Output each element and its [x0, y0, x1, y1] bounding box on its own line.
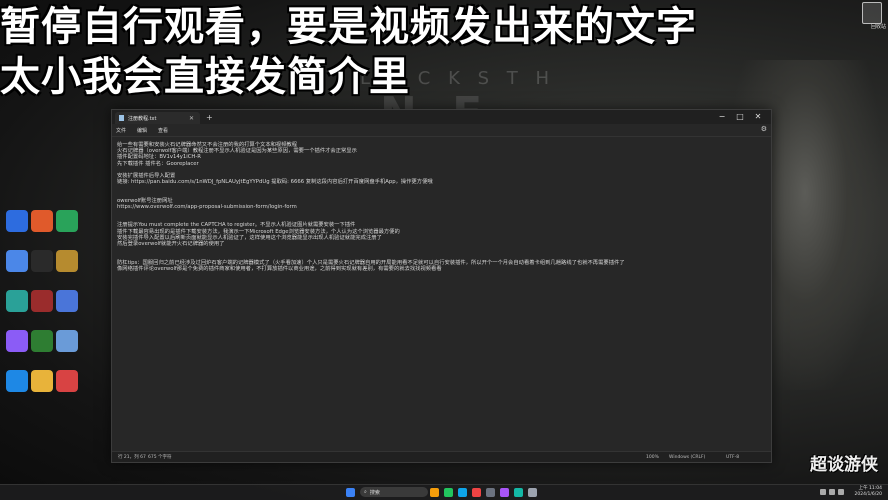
caption-line-1: 暂停自行观看，要是视频发出来的文字: [0, 4, 697, 50]
menu-view[interactable]: 查看: [158, 127, 168, 134]
desktop-shortcut-icon[interactable]: [31, 330, 53, 352]
maximize-icon[interactable]: □: [731, 110, 749, 124]
desktop-shortcut-icon[interactable]: [6, 330, 28, 352]
desktop-shortcut-icon[interactable]: [56, 290, 78, 312]
title-bar[interactable]: 注册教程.txt ✕ + − □ ✕: [112, 110, 771, 124]
file-explorer-icon[interactable]: [430, 488, 439, 497]
notepad-window[interactable]: 注册教程.txt ✕ + − □ ✕ 文件 编辑 查看 ⚙ 给一些有需要和安装火…: [111, 109, 772, 463]
recycle-bin-label: 回收站: [870, 24, 886, 30]
taskbar: ⌕ 搜索 上午 11:04 2024/1/6/20: [0, 484, 888, 500]
minimize-icon[interactable]: −: [713, 110, 731, 124]
notepad-icon: [119, 115, 124, 121]
start-menu-icon[interactable]: [346, 488, 355, 497]
desktop-shortcut-icon[interactable]: [6, 370, 28, 392]
status-encoding: UTF-8: [726, 454, 740, 460]
desktop-shortcut-icon[interactable]: [31, 370, 53, 392]
battery-icon[interactable]: [838, 489, 844, 495]
volume-icon[interactable]: [829, 489, 835, 495]
taskbar-app-icon[interactable]: [444, 488, 453, 497]
system-tray: [820, 489, 844, 495]
desktop-shortcut-icon[interactable]: [31, 290, 53, 312]
menu-edit[interactable]: 编辑: [137, 127, 147, 134]
clock-date: 2024/1/6/20: [854, 492, 882, 497]
desktop-shortcut-icon[interactable]: [6, 290, 28, 312]
network-icon[interactable]: [820, 489, 826, 495]
status-bar: 行 21，列 67 675 个字符 100% Windows (CRLF) UT…: [112, 451, 771, 462]
clock[interactable]: 上午 11:04 2024/1/6/20: [855, 486, 882, 498]
desktop-shortcut-icon[interactable]: [56, 370, 78, 392]
taskbar-search[interactable]: ⌕ 搜索: [360, 487, 428, 497]
menu-bar: 文件 编辑 查看 ⚙: [112, 124, 771, 137]
status-line-ending: Windows (CRLF): [669, 454, 706, 460]
desktop-shortcut-icon[interactable]: [31, 250, 53, 272]
tab-file[interactable]: 注册教程.txt ✕: [115, 112, 200, 124]
add-tab-icon[interactable]: +: [206, 113, 213, 122]
status-cursor-position: 行 21，列 67: [118, 455, 146, 460]
tab-title: 注册教程.txt: [128, 115, 157, 122]
close-tab-icon[interactable]: ✕: [189, 115, 194, 122]
menu-file[interactable]: 文件: [116, 127, 126, 134]
search-icon: ⌕: [364, 489, 367, 495]
desktop-shortcut-icon[interactable]: [56, 250, 78, 272]
desktop-shortcut-icon[interactable]: [6, 210, 28, 232]
caption-line-2: 太小我会直接发简介里: [0, 54, 410, 100]
desktop-icon-grid: [0, 90, 80, 470]
text-editor[interactable]: 给一些有需要和安装火石记牌器命然又不会注册的我的打算个文本和视频教程 火石记牌器（…: [112, 137, 771, 451]
desktop-shortcut-icon[interactable]: [56, 330, 78, 352]
video-caption: 暂停自行观看，要是视频发出来的文字 太小我会直接发简介里: [0, 2, 697, 102]
status-zoom: 100%: [646, 454, 659, 460]
settings-gear-icon[interactable]: ⚙: [761, 125, 767, 133]
taskbar-app-icon[interactable]: [486, 488, 495, 497]
watermark-logo: 超谈游侠: [810, 455, 878, 475]
search-placeholder: 搜索: [369, 489, 380, 496]
text-line: 像网络插件评论overwolf那是个免费的插件商家和使用者，不打算放插件以商业用…: [117, 265, 442, 272]
notepad-taskbar-icon[interactable]: [528, 488, 537, 497]
window-controls: − □ ✕: [713, 110, 767, 124]
desktop-shortcut-icon[interactable]: [31, 210, 53, 232]
close-icon[interactable]: ✕: [749, 110, 767, 124]
desktop-shortcut-icon[interactable]: [6, 250, 28, 272]
taskbar-app-icon[interactable]: [500, 488, 509, 497]
recycle-bin-icon[interactable]: [862, 2, 882, 24]
taskbar-app-icon[interactable]: [472, 488, 481, 497]
edge-browser-icon[interactable]: [458, 488, 467, 497]
desktop-shortcut-icon[interactable]: [56, 210, 78, 232]
taskbar-app-icon[interactable]: [514, 488, 523, 497]
status-char-count: 675 个字符: [148, 455, 172, 460]
